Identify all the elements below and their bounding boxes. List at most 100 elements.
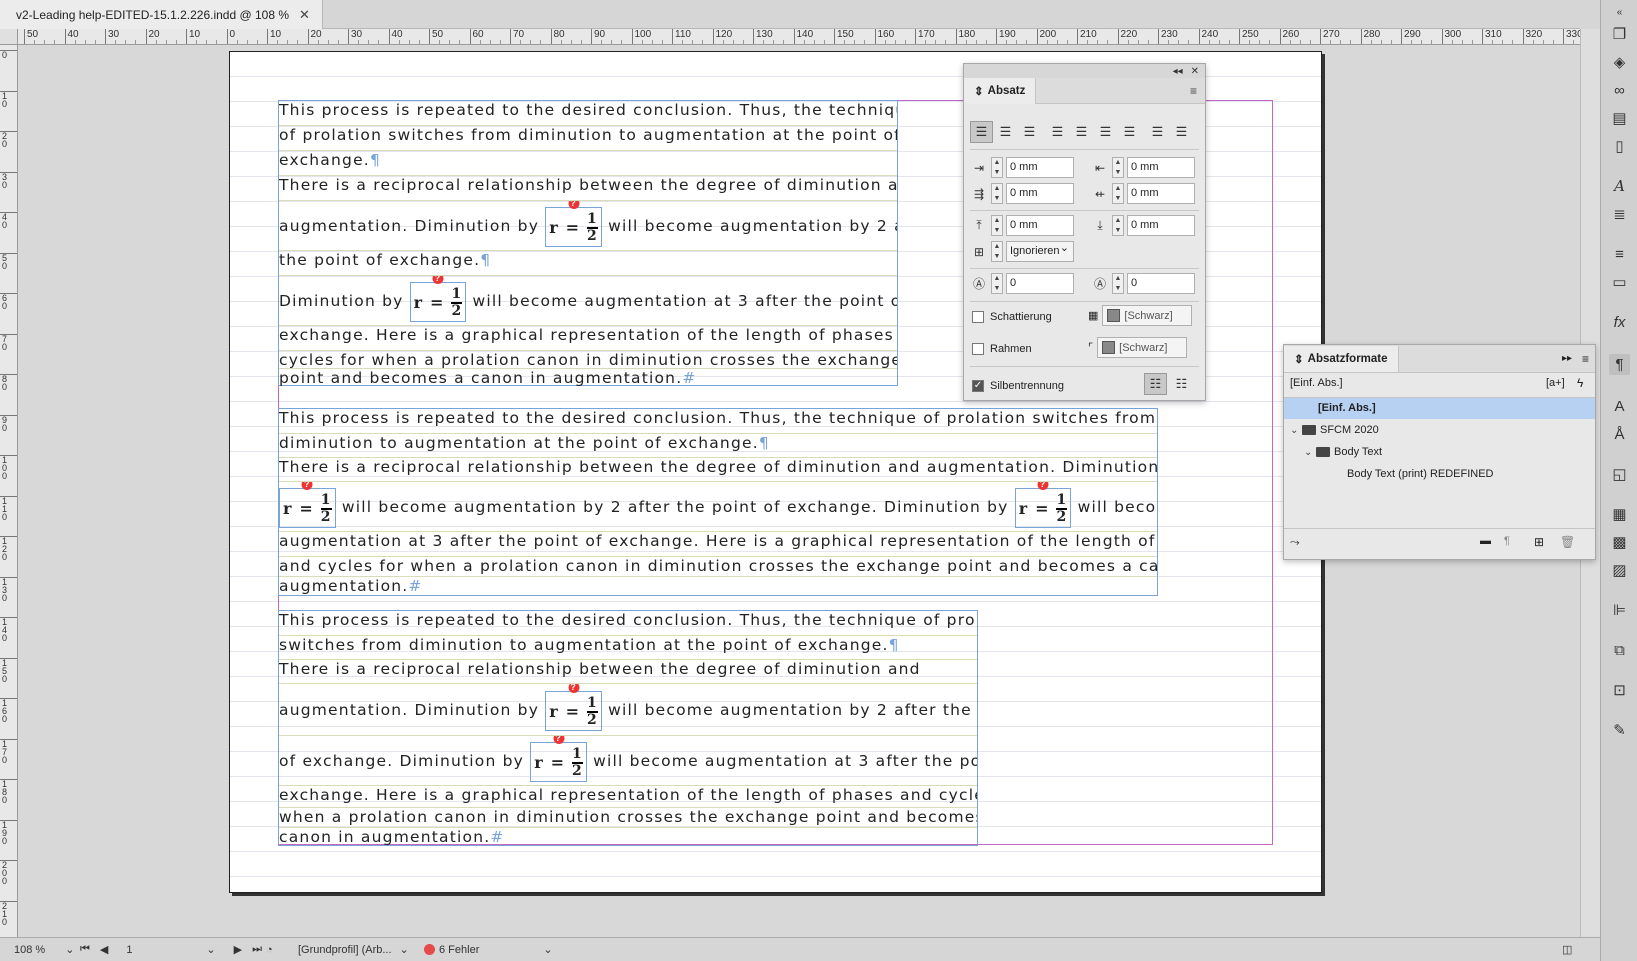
justify-center-button[interactable]: ☰ xyxy=(1070,121,1093,143)
panel-menu-icon[interactable]: ≡ xyxy=(1582,352,1589,366)
preflight-profile-select[interactable]: [Grundprofil] (Arb... ⌄ xyxy=(298,943,409,957)
right-indent-stepper[interactable]: ▲ ▼ xyxy=(1112,157,1124,178)
book-icon[interactable]: ▯ xyxy=(1609,136,1630,157)
next-page-icon[interactable]: ▶ xyxy=(234,943,242,956)
clear-overrides-icon[interactable]: ¶ xyxy=(1504,535,1510,547)
character-styles-icon[interactable]: A xyxy=(1609,176,1630,197)
left-indent-stepper[interactable]: ▲ ▼ xyxy=(991,157,1003,178)
effects-icon[interactable]: fx xyxy=(1609,312,1630,333)
first-page-icon[interactable]: ⏮ xyxy=(80,943,90,956)
math-object[interactable]: ? r = 12 xyxy=(279,482,336,528)
new-group-icon[interactable]: ▬ xyxy=(1480,535,1491,547)
style-group-sfcm[interactable]: ⌄ SFCM 2020 xyxy=(1284,420,1595,441)
cc-libraries-icon[interactable]: ▤ xyxy=(1609,108,1630,129)
links-icon[interactable]: ∞ xyxy=(1609,80,1630,101)
last-line-indent-input[interactable]: 0 mm xyxy=(1127,183,1195,204)
swatches-icon[interactable]: ◱ xyxy=(1609,464,1630,485)
chevron-down-icon[interactable]: ⌄ xyxy=(206,943,215,956)
justify-right-button[interactable]: ☰ xyxy=(1094,121,1117,143)
split-window-icon[interactable]: ◫ xyxy=(1562,943,1572,956)
cell-styles-icon[interactable]: ▨ xyxy=(1609,560,1630,581)
text-frame-1[interactable]: This process is repeated to the desired … xyxy=(278,100,898,387)
transform-icon[interactable]: ⊡ xyxy=(1609,680,1630,701)
scripts-icon[interactable]: ✎ xyxy=(1609,720,1630,741)
space-before-input[interactable]: 0 mm xyxy=(1006,215,1074,236)
border-color-select[interactable]: ⌜ [Schwarz] xyxy=(1088,337,1188,358)
document-tab[interactable]: v2-Leading help-EDITED-15.1.2.226.indd @… xyxy=(0,0,323,29)
pathfinder-icon[interactable]: ⧉ xyxy=(1609,640,1630,661)
shading-checkbox[interactable] xyxy=(972,311,984,323)
expand-icon[interactable]: ▸▸ xyxy=(1562,353,1572,364)
tab-absatz[interactable]: ⇕ Absatz xyxy=(964,77,1037,104)
stroke-icon[interactable]: ≡ xyxy=(1609,244,1630,265)
close-icon[interactable]: ✕ xyxy=(299,7,310,23)
style-item-body-text-print[interactable]: Body Text (print) REDEFINED xyxy=(1284,464,1595,485)
left-indent-input[interactable]: 0 mm xyxy=(1006,157,1074,178)
first-line-indent-stepper[interactable]: ▲ ▼ xyxy=(991,183,1003,204)
paragraph-composer-button[interactable]: ☷ xyxy=(1170,373,1193,395)
align-center-button[interactable]: ☰ xyxy=(994,121,1017,143)
drop-cap-chars-stepper[interactable]: ▲ ▼ xyxy=(1112,273,1124,294)
previous-page-icon[interactable]: ◀ xyxy=(100,943,108,956)
border-checkbox[interactable] xyxy=(972,343,984,355)
grid-align-stepper[interactable]: ▲ ▼ xyxy=(991,241,1003,262)
drop-cap-lines-stepper[interactable]: ▲ ▼ xyxy=(991,273,1003,294)
chevron-down-icon[interactable]: ⌄ xyxy=(1304,442,1316,463)
style-override-icon[interactable]: ⤳ xyxy=(1290,535,1300,550)
grid-align-select[interactable]: Ignorieren xyxy=(1006,239,1074,262)
last-page-icon[interactable]: ⏭ xyxy=(252,943,262,956)
table-styles-icon[interactable]: ▩ xyxy=(1609,532,1630,553)
gradient-icon[interactable]: ▭ xyxy=(1609,272,1630,293)
math-object[interactable]: ? r = 12 xyxy=(545,684,602,731)
close-icon[interactable]: ✕ xyxy=(1191,66,1199,77)
trash-icon[interactable]: 🗑 xyxy=(1560,535,1575,549)
shading-color-select[interactable]: ▦ [Schwarz] xyxy=(1088,305,1193,326)
shading-settings-icon[interactable]: ▦ xyxy=(1088,309,1098,322)
align-right-button[interactable]: ☰ xyxy=(1018,121,1041,143)
math-object[interactable]: ? r = 12 xyxy=(1014,482,1072,528)
last-line-indent-stepper[interactable]: ▲ ▼ xyxy=(1112,183,1124,204)
layers-icon[interactable]: ◈ xyxy=(1609,52,1630,73)
paragraph-styles-icon[interactable]: ¶ xyxy=(1609,354,1630,375)
style-item-basic[interactable]: [Einf. Abs.] xyxy=(1284,398,1595,419)
new-style-from-selection-icon[interactable]: [a+] xyxy=(1546,377,1565,389)
align-towards-spine-button[interactable]: ☰ xyxy=(1146,121,1169,143)
math-object[interactable]: ? r = 12 xyxy=(530,736,587,782)
align-left-button[interactable]: ☰ xyxy=(970,121,993,143)
chevron-down-icon[interactable]: ⌄ xyxy=(1290,420,1302,441)
hyphenation-checkbox[interactable]: ✓ xyxy=(972,380,984,392)
table-icon[interactable]: ▦ xyxy=(1609,504,1630,525)
single-line-composer-button[interactable]: ☷ xyxy=(1144,373,1167,395)
vertical-ruler[interactable]: 0 10 20 30 40 50 60 70 80 90 100 110 120 130 140 150 160… xyxy=(0,45,18,937)
preflight-errors[interactable]: 6 Fehler ⌄ xyxy=(424,943,553,956)
math-object[interactable]: ? r = 12 xyxy=(545,201,602,247)
ruler-origin[interactable] xyxy=(0,29,18,45)
character-icon[interactable]: A xyxy=(1609,396,1630,417)
page-number-input[interactable]: 1 xyxy=(126,944,196,956)
horizontal-ruler[interactable]: 50 40 30 20 10 0 10 20 30 40 50 60 70 80 90 100 110 120 13… xyxy=(18,29,1580,45)
zoom-select[interactable]: 108 % ⌄ xyxy=(14,943,74,957)
border-settings-icon[interactable]: ⌜ xyxy=(1088,341,1093,354)
right-indent-input[interactable]: 0 mm xyxy=(1127,157,1195,178)
text-frame-2[interactable]: This process is repeated to the desired … xyxy=(278,408,1158,596)
text-frame-3[interactable]: This process is repeated to the desired … xyxy=(278,610,978,846)
drop-cap-lines-input[interactable]: 0 xyxy=(1006,273,1074,294)
tab-absatzformate[interactable]: ⇕ Absatzformate xyxy=(1284,345,1399,372)
first-line-indent-input[interactable]: 0 mm xyxy=(1006,183,1074,204)
collapse-dock-icon[interactable]: « xyxy=(1609,2,1630,23)
align-icon[interactable]: ⊫ xyxy=(1609,600,1630,621)
pages-icon[interactable]: ❐ xyxy=(1609,24,1630,45)
justify-left-button[interactable]: ☰ xyxy=(1046,121,1069,143)
quick-apply-icon[interactable]: ϟ xyxy=(1577,376,1583,390)
preflight-toggle-icon[interactable]: ◔ xyxy=(266,944,273,956)
space-after-input[interactable]: 0 mm xyxy=(1127,215,1195,236)
glyphs-icon[interactable]: Å xyxy=(1609,424,1630,445)
space-after-stepper[interactable]: ▲ ▼ xyxy=(1112,215,1124,236)
style-group-body-text[interactable]: ⌄ Body Text xyxy=(1284,442,1595,463)
align-away-spine-button[interactable]: ☰ xyxy=(1170,121,1193,143)
collapse-icon[interactable]: ◂◂ xyxy=(1173,66,1183,77)
panel-menu-icon[interactable]: ≡ xyxy=(1190,84,1197,98)
math-object[interactable]: ? r = 12 xyxy=(409,276,467,322)
drop-cap-chars-input[interactable]: 0 xyxy=(1127,273,1195,294)
new-style-icon[interactable]: ⊞ xyxy=(1534,535,1544,549)
